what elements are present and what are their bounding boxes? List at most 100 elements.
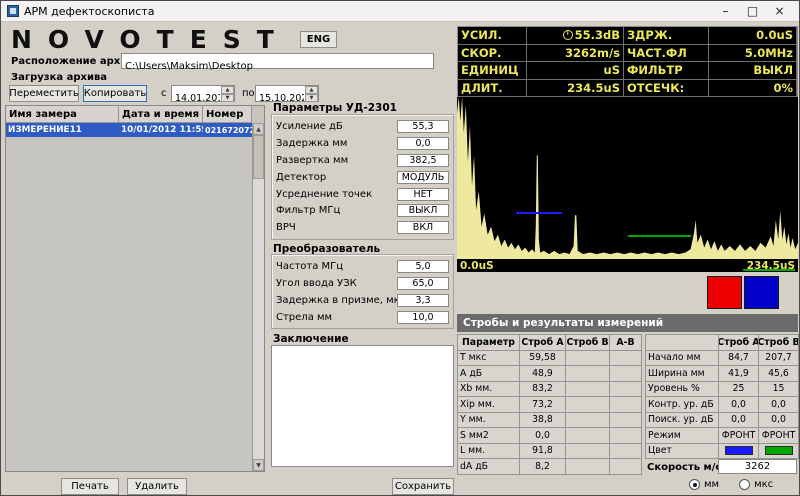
archive-path-input[interactable] [122,60,433,74]
param-value-field[interactable]: 65,0 [397,277,449,290]
speed-value-field[interactable]: 3262 [718,459,797,474]
param-label: Угол ввода УЗК [276,278,397,289]
unit-us-label: мкс [754,479,773,490]
speed-label: Скорость м/с [647,462,721,473]
param-row: ВРЧВКЛ [276,219,449,236]
table-row-label: Начало мм [646,351,719,367]
param-label: Стрела мм [276,312,397,323]
table-header-cell: Строб А [520,335,566,351]
list-cell: 10/01/2012 11:59 [119,123,203,137]
scrollbar-thumb[interactable] [253,135,264,179]
scale-start-label: 0.0uS [460,260,494,272]
param-label: Детектор [276,172,397,183]
column-header-name[interactable]: Имя замера [6,106,119,123]
measure-list-body: ИЗМЕРЕНИЕ1110/01/2012 11:590216720720 [6,123,252,471]
param-row: Частота МГц5,0 [276,258,449,275]
maximize-icon[interactable]: □ [739,1,766,21]
scroll-down-icon[interactable]: ▼ [253,459,264,471]
param-value-field[interactable]: 0,0 [397,137,449,150]
unit-us-radio[interactable] [739,479,750,490]
scope-readout: УСИЛ.55.3dBЗДРЖ.0.0uSСКОР.3262m/sЧАСТ.ФЛ… [457,26,798,97]
param-value-field[interactable]: 5,0 [397,260,449,273]
spinner-down-icon[interactable]: ▼ [221,94,234,102]
table-row-label: Т мкс [458,351,520,367]
readout-value-text: 3262m/s [565,46,620,60]
date-to-spinner: ▲▼ [305,86,318,101]
copy-button[interactable]: Копировать [83,85,147,102]
table-value-cell [566,351,610,367]
param-value-field[interactable]: ВКЛ [397,221,449,234]
table-value-cell: ФРОНТ [759,428,799,444]
save-button[interactable]: Сохранить [392,478,454,495]
delete-button[interactable]: Удалить [127,478,187,495]
column-header-number[interactable]: Номер [203,106,252,123]
eng-button[interactable]: ENG [300,31,337,48]
readout-value-text: 234.5uS [567,81,620,95]
table-row-label: Уровень % [646,382,719,398]
settings-table: Строб АСтроб ВНачало мм84,7207,7Ширина м… [645,334,799,459]
param-row: Угол ввода УЗК65,0 [276,275,449,292]
param-value-field[interactable]: 382,5 [397,154,449,167]
unit-mm-option[interactable]: мм [689,479,719,490]
unit-mm-radio[interactable] [689,479,700,490]
scrollbar-track[interactable] [253,179,264,459]
param-value-field[interactable]: 3,3 [397,294,449,307]
minimize-icon[interactable]: – [712,1,739,21]
table-value-cell [610,351,642,367]
table-value-cell: 0,0 [719,413,759,429]
close-icon[interactable]: × [766,1,793,21]
spinner-down-icon[interactable]: ▼ [305,94,318,102]
readout-value: ВЫКЛ [709,62,797,80]
table-value-cell [566,428,610,444]
param-row: Фильтр МГцВЫКЛ [276,202,449,219]
gate-color-swatch [725,446,753,455]
table-header-cell: Строб В [566,335,610,351]
list-cell: 0216720720 [203,123,252,137]
param-row: Усреднение точекНЕТ [276,186,449,203]
param-value-field[interactable]: 55,3 [397,120,449,133]
spinner-up-icon[interactable]: ▲ [221,86,234,94]
indicator-box-red [707,276,742,309]
table-value-cell: ФРОНТ [719,428,759,444]
table-value-cell: 59,58 [520,351,566,367]
table-value-cell [610,444,642,460]
table-value-cell [719,444,759,460]
gain-dial-icon [563,30,573,40]
readout-value-text: 55.3dB [575,28,620,42]
device-params-group: Усиление дБ55,3Задержка мм0,0Развертка м… [271,114,454,240]
unit-radios: мм мкс [689,479,773,490]
table-row-label: А дБ [458,366,520,382]
readout-value: 234.5uS [527,80,624,98]
move-button[interactable]: Переместить [9,85,79,102]
readout-value: 0% [709,80,797,98]
readout-value-text: uS [604,63,620,77]
list-scrollbar[interactable]: ▲ ▼ [252,123,264,471]
readout-value: 3262m/s [527,45,624,63]
readout-value: uS [527,62,624,80]
table-value-cell: 84,7 [719,351,759,367]
scroll-up-icon[interactable]: ▲ [253,123,264,135]
table-row-label: Y мм. [458,413,520,429]
column-header-datetime[interactable]: Дата и время [119,106,203,123]
spinner-up-icon[interactable]: ▲ [305,86,318,94]
param-label: Усиление дБ [276,121,397,132]
table-value-cell [566,413,610,429]
table-value-cell [566,366,610,382]
app-window: АРМ дефектоскописта – □ × NOVOTEST ENG Р… [0,0,800,496]
print-button[interactable]: Печать [61,478,119,495]
param-value-field[interactable]: НЕТ [397,188,449,201]
param-value-field[interactable]: МОДУЛЬ [397,171,449,184]
gate-b-line[interactable] [628,235,691,237]
param-value-field[interactable]: 10,0 [397,311,449,324]
param-value-field[interactable]: ВЫКЛ [397,204,449,217]
unit-us-option[interactable]: мкс [739,479,773,490]
list-item[interactable]: ИЗМЕРЕНИЕ1110/01/2012 11:590216720720 [6,123,252,137]
gate-a-line[interactable] [516,212,562,214]
table-header-cell: А-В [610,335,642,351]
table-value-cell: 25 [719,382,759,398]
readout-label: ЕДИНИЦ [458,62,527,80]
archive-path-fieldbox [121,53,434,69]
table-value-cell [610,397,642,413]
conclusion-textarea[interactable] [271,345,454,467]
table-header-cell: Строб А [719,335,759,351]
